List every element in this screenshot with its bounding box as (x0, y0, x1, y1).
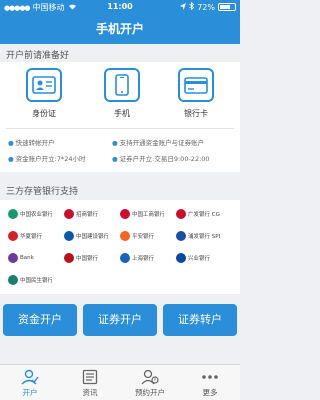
prep-note-text: 资金账户开立:7*24小时 (15, 155, 86, 163)
securities-account-button[interactable]: 证券开户 (83, 304, 157, 336)
tab-label: 资讯 (82, 388, 98, 397)
bank-name: 广发银行 CGB (188, 212, 220, 218)
news-icon (60, 367, 120, 387)
bank-logo-icon (64, 253, 74, 263)
fund-account-button[interactable]: 资金开户 (3, 304, 77, 336)
prep-note-text: 快速转帐开户 (15, 139, 55, 147)
prep-divider (6, 128, 234, 129)
bank-logo-icon (64, 209, 74, 219)
tab-label: 预约开户 (135, 388, 165, 397)
bank-name: 华夏银行 (20, 234, 43, 240)
bank-logo-icon (176, 209, 186, 219)
bank-name: 中国农业银行 (20, 212, 52, 218)
prep-note-text: 证券户开立:交易日9:00-22:00 (119, 155, 210, 163)
prep-item-id-card: 身份证 (14, 68, 74, 119)
tab-news[interactable]: 资讯 (60, 367, 120, 398)
tab-appointment[interactable]: 预约开户 (120, 367, 180, 398)
bank-name: 中国工商银行 (132, 212, 164, 218)
bank-logo-icon (120, 253, 130, 263)
tab-label: 开户 (22, 388, 38, 397)
id-card-icon (26, 68, 62, 102)
prep-card: 身份证 手机 银行卡 ● 快速转帐开户 ● 支持开通资金账户与证券账户 ● 资金账户开… (0, 62, 240, 172)
bank-name: 中国银行 (76, 256, 99, 262)
bank-name: 兴业银行 (188, 256, 211, 262)
bluetooth-icon (189, 1, 195, 12)
status-bar: ●●●●● 中国移动 11:00 72% (0, 0, 240, 14)
bank-logo-icon (120, 209, 130, 219)
bank-logo: 兴业银行 (176, 250, 220, 266)
banks-section-title: 三方存管银行支持 (6, 187, 79, 197)
bank-logo: 中国银行 (64, 250, 108, 266)
battery-percent: 72% (197, 2, 215, 12)
bank-logo: 广发银行 CGB (176, 206, 220, 222)
bank-logo: Bank (8, 250, 52, 266)
bank-logo: 中国建设银行 (64, 228, 108, 244)
bank-logo-icon (120, 231, 130, 241)
bank-logo: 招商银行 (64, 206, 108, 222)
location-icon (180, 2, 187, 12)
bank-logo: 华夏银行 (8, 228, 52, 244)
person-check-icon (0, 367, 60, 387)
bank-logo-icon (8, 209, 18, 219)
prep-note: ● 资金账户开立:7*24小时 (8, 155, 86, 163)
prep-label-bank-card: 银行卡 (184, 109, 208, 118)
bank-logo-icon (8, 253, 18, 263)
bank-logo-icon (176, 253, 186, 263)
tab-more[interactable]: 更多 (180, 367, 240, 398)
battery-icon (218, 3, 236, 11)
bank-logo: 浦发银行 SPD BANK (176, 228, 220, 244)
bank-name: 招商银行 (76, 212, 99, 218)
bank-logo: 上海银行 (120, 250, 164, 266)
bank-logo-icon (8, 275, 18, 285)
bank-logo: 平安银行 (120, 228, 164, 244)
bank-logo-icon (176, 231, 186, 241)
bank-name: Bank (20, 255, 34, 261)
bank-name: 中国民生银行 (20, 278, 52, 284)
bank-logo: 中国农业银行 (8, 206, 52, 222)
prep-item-phone: 手机 (92, 68, 152, 119)
tab-open-account[interactable]: 开户 (0, 367, 60, 398)
bank-logo: 中国民生银行 (8, 272, 52, 288)
prep-note: ● 支持开通资金账户与证券账户 (112, 139, 205, 147)
bank-logo-icon (8, 231, 18, 241)
bank-name: 平安银行 (132, 234, 155, 240)
prep-label-id-card: 身份证 (32, 109, 56, 118)
prep-section-title: 开户前请准备好 (6, 51, 70, 61)
tab-bar: 开户 资讯 预约开户 更多 (0, 364, 240, 400)
prep-note: ● 快速转帐开户 (8, 139, 55, 147)
bank-logo: 中国工商银行 (120, 206, 164, 222)
prep-label-phone: 手机 (114, 109, 130, 118)
appointment-icon (120, 367, 180, 387)
prep-item-bank-card: 银行卡 (166, 68, 226, 119)
bank-name: 上海银行 (132, 256, 155, 262)
securities-transfer-button[interactable]: 证券转户 (163, 304, 237, 336)
phone-icon (104, 68, 140, 102)
bank-logo-icon (64, 231, 74, 241)
prep-note-text: 支持开通资金账户与证券账户 (119, 139, 205, 147)
banks-card: 中国农业银行 招商银行 中国工商银行 广发银行 CGB 华夏银行 中国建设银行 … (0, 200, 240, 294)
tab-label: 更多 (202, 388, 218, 397)
bank-name: 浦发银行 SPD BANK (188, 234, 220, 240)
more-icon (180, 367, 240, 387)
bank-name: 中国建设银行 (76, 234, 108, 240)
bank-card-icon (178, 68, 214, 102)
nav-bar: 手机开户 (0, 14, 240, 44)
prep-note: ● 证券户开立:交易日9:00-22:00 (112, 155, 210, 163)
page-title: 手机开户 (95, 22, 144, 36)
